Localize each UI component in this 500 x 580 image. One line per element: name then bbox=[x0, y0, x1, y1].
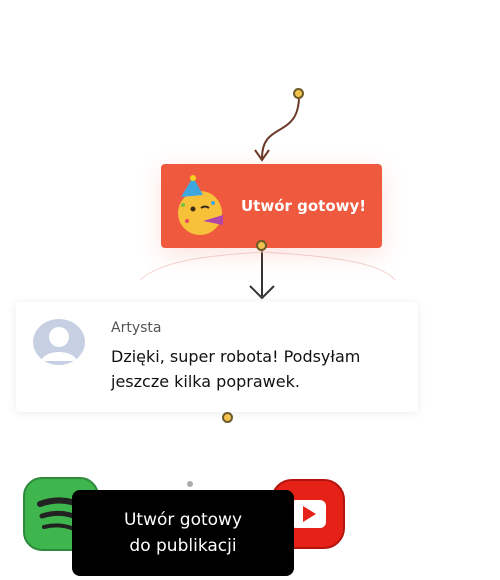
node-middle bbox=[256, 240, 267, 251]
track-ready-label: Utwór gotowy! bbox=[241, 197, 367, 215]
confetti-dot bbox=[187, 481, 193, 487]
party-face-icon bbox=[178, 175, 223, 235]
publish-line-1: Utwór gotowy bbox=[123, 510, 243, 530]
fan-line-right bbox=[261, 251, 396, 281]
connector-top bbox=[261, 93, 301, 159]
fan-line-left bbox=[139, 251, 263, 281]
node-top bbox=[293, 88, 304, 99]
comment-card: Artysta Dzięki, super robota! Podsyłam j… bbox=[16, 302, 418, 412]
node-bottom bbox=[222, 412, 233, 423]
comment-author: Artysta bbox=[111, 320, 162, 336]
comment-message: Dzięki, super robota! Podsyłam jeszcze k… bbox=[111, 347, 361, 391]
publish-line-2: do publikacji bbox=[129, 536, 237, 556]
track-ready-card: Utwór gotowy! bbox=[161, 164, 382, 248]
ready-to-publish-banner: Utwór gotowy do publikacji bbox=[72, 490, 294, 576]
avatar bbox=[33, 319, 85, 365]
